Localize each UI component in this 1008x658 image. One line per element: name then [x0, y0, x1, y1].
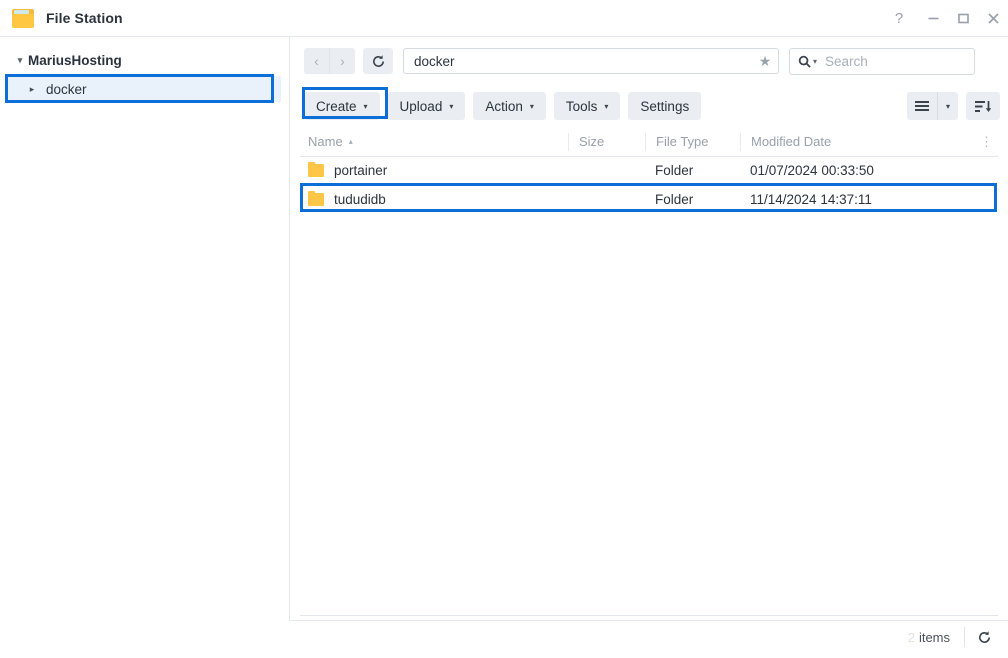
- toolbar: Create ▾ Upload ▾ Action ▾ Tools ▾ Setti…: [290, 85, 1008, 127]
- settings-button[interactable]: Settings: [628, 92, 702, 120]
- tools-button[interactable]: Tools ▾: [553, 92, 621, 120]
- action-button[interactable]: Action ▾: [473, 92, 546, 120]
- view-options-caret-icon[interactable]: ▾: [937, 92, 958, 120]
- column-header-modified-date[interactable]: Modified Date: [740, 132, 970, 151]
- file-name: tududidb: [334, 192, 386, 207]
- refresh-icon: [372, 54, 384, 67]
- folder-icon: [308, 162, 324, 177]
- favorite-star-icon[interactable]: ★: [752, 48, 778, 74]
- file-name-cell: portainer: [300, 162, 568, 178]
- path-bar: ‹ › docker ★ ▾ Search: [290, 37, 1008, 85]
- main-panel: ‹ › docker ★ ▾ Search Create ▾ Upload ▾ …: [290, 37, 1008, 647]
- view-controls: ▾: [907, 92, 1000, 120]
- file-name-cell: tududidb: [300, 191, 568, 207]
- column-options-menu-icon[interactable]: ⋮: [976, 134, 998, 150]
- sort-ascending-icon: ▴: [348, 137, 353, 146]
- help-icon[interactable]: ?: [884, 0, 914, 36]
- chevron-down-icon[interactable]: ▾: [12, 55, 28, 66]
- search-input[interactable]: ▾ Search: [789, 47, 975, 75]
- sort-button[interactable]: [966, 92, 1000, 120]
- action-button-label: Action: [485, 98, 523, 114]
- file-type-cell: Folder: [655, 163, 694, 178]
- list-view-icon[interactable]: [907, 92, 937, 120]
- file-date-cell: 01/07/2024 00:33:50: [750, 163, 874, 178]
- file-type-cell: Folder: [655, 192, 694, 207]
- folder-icon: [308, 191, 324, 206]
- search-icon[interactable]: [798, 55, 811, 68]
- status-bar: 2 items: [290, 616, 1008, 658]
- sidebar-root-label: MariusHosting: [28, 52, 122, 68]
- navigation-buttons: ‹ ›: [304, 48, 355, 74]
- app-folder-icon: [12, 8, 34, 28]
- column-header-name-label: Name: [308, 134, 343, 149]
- list-view-button[interactable]: ▾: [907, 92, 958, 120]
- sort-descending-icon[interactable]: [974, 92, 992, 120]
- file-name: portainer: [334, 163, 388, 178]
- window-controls: ?: [884, 0, 1008, 36]
- sidebar-item-docker[interactable]: ▸ docker: [6, 76, 281, 102]
- refresh-button[interactable]: [363, 48, 393, 74]
- item-count-label: items: [918, 629, 950, 645]
- chevron-right-icon[interactable]: ▸: [24, 84, 40, 95]
- column-header-file-type-label: File Type: [656, 134, 709, 149]
- sidebar-root-mariushosting[interactable]: ▾ MariusHosting: [0, 48, 289, 72]
- create-button-label: Create: [316, 98, 357, 114]
- back-button[interactable]: ‹: [304, 48, 329, 74]
- forward-button[interactable]: ›: [329, 48, 355, 74]
- file-date-cell: 11/14/2024 14:37:11: [750, 192, 872, 207]
- search-placeholder: Search: [825, 53, 868, 69]
- app-title: File Station: [46, 10, 123, 26]
- refresh-icon: [979, 630, 990, 643]
- sidebar-item-label: docker: [46, 81, 87, 97]
- status-separator: [964, 627, 965, 647]
- file-list: portainer Folder 01/07/2024 00:33:50 tud…: [300, 156, 998, 214]
- chevron-down-icon: ▾: [449, 101, 454, 111]
- search-filter-caret-icon[interactable]: ▾: [813, 57, 817, 66]
- column-header-size[interactable]: Size: [568, 132, 645, 151]
- chevron-down-icon: ▾: [363, 101, 368, 111]
- column-header-modified-date-label: Modified Date: [751, 134, 832, 149]
- settings-button-label: Settings: [640, 98, 690, 114]
- column-header-file-type[interactable]: File Type: [645, 132, 740, 151]
- upload-button-label: Upload: [399, 98, 443, 114]
- table-row[interactable]: tududidb Folder 11/14/2024 14:37:11: [300, 185, 998, 214]
- table-row[interactable]: portainer Folder 01/07/2024 00:33:50: [300, 156, 998, 185]
- upload-button[interactable]: Upload ▾: [387, 92, 466, 120]
- close-icon[interactable]: [978, 0, 1008, 36]
- create-button[interactable]: Create ▾: [304, 92, 380, 120]
- sidebar: ▾ MariusHosting ▸ docker: [0, 37, 290, 621]
- minimize-icon[interactable]: [918, 0, 948, 36]
- tools-button-label: Tools: [565, 98, 598, 114]
- chevron-down-icon: ▾: [529, 101, 534, 111]
- title-bar: File Station ?: [0, 0, 1008, 37]
- column-header-name[interactable]: Name ▴: [300, 133, 568, 151]
- column-header-size-label: Size: [579, 134, 605, 149]
- maximize-icon[interactable]: [948, 0, 978, 36]
- status-refresh-button[interactable]: [977, 630, 992, 645]
- chevron-down-icon: ▾: [604, 101, 609, 111]
- item-count: 2: [907, 629, 915, 645]
- path-value: docker: [414, 53, 455, 69]
- path-input[interactable]: docker ★: [403, 48, 779, 74]
- table-header: Name ▴ Size File Type Modified Date ⋮: [300, 127, 998, 157]
